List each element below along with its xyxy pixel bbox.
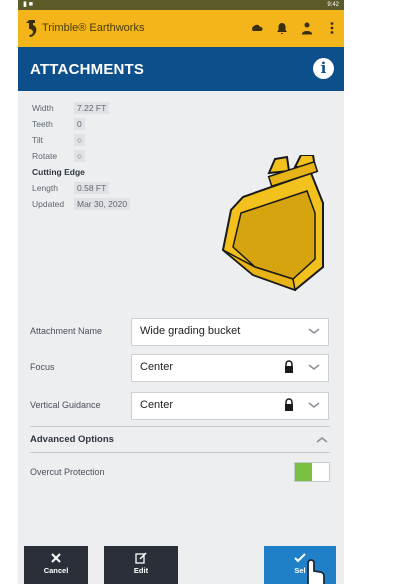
vertical-guidance-label: Vertical Guidance	[30, 400, 101, 410]
device-screen: ▮ ■ 9:42 Trimble® Earthworks ATTACHMENTS…	[18, 0, 344, 584]
attachment-name-label: Attachment Name	[30, 326, 103, 336]
toggle-on-indicator	[295, 463, 312, 481]
spec-value: 7.22 FT	[74, 102, 110, 114]
user-icon[interactable]	[301, 21, 313, 35]
status-icons: ▮ ■	[23, 1, 34, 8]
chevron-up-icon[interactable]	[316, 435, 328, 445]
toggle-knob	[312, 463, 329, 481]
attachment-specs: Width 7.22 FT Teeth 0 Tilt ○ Rotate ○ Cu…	[32, 100, 131, 212]
cutting-edge-heading: Cutting Edge	[32, 167, 85, 177]
edit-icon	[135, 552, 147, 564]
spec-value: ○	[74, 150, 86, 162]
focus-row: Focus Center	[30, 354, 330, 382]
focus-value: Center	[140, 361, 174, 373]
more-menu-icon[interactable]	[326, 21, 338, 35]
spec-value: ○	[74, 134, 86, 146]
vertical-guidance-row: Vertical Guidance Center	[30, 392, 330, 420]
app-title: Trimble® Earthworks	[42, 22, 145, 34]
status-bar: ▮ ■ 9:42	[18, 0, 344, 10]
lock-icon	[285, 360, 293, 373]
close-icon	[51, 553, 61, 563]
cancel-label: Cancel	[43, 566, 69, 575]
page-title: ATTACHMENTS	[30, 61, 145, 78]
overcut-protection-toggle[interactable]	[294, 462, 330, 482]
cancel-button[interactable]: Cancel	[24, 546, 88, 584]
info-icon[interactable]: i	[313, 58, 334, 79]
bucket-illustration	[221, 155, 324, 292]
attachment-name-select[interactable]: Wide grading bucket	[131, 318, 329, 346]
spec-value: 0.58 FT	[74, 182, 110, 194]
edit-label: Edit	[133, 566, 149, 575]
vertical-guidance-value: Center	[140, 399, 174, 411]
spec-label: Width	[32, 103, 54, 113]
divider	[30, 452, 330, 453]
trimble-logo-icon	[26, 20, 37, 37]
advanced-options-heading[interactable]: Advanced Options	[30, 434, 114, 445]
spec-value: 0	[74, 118, 85, 130]
spec-width: Width 7.22 FT	[32, 100, 130, 116]
cloud-icon[interactable]	[251, 21, 263, 35]
overcut-protection-label: Overcut Protection	[30, 467, 105, 477]
hand-cursor-icon	[307, 559, 325, 584]
attachment-name-value: Wide grading bucket	[140, 325, 241, 337]
chevron-down-icon	[308, 364, 320, 370]
spec-label: Teeth	[32, 119, 53, 129]
chevron-down-icon	[308, 328, 320, 334]
focus-label: Focus	[30, 362, 55, 372]
focus-select[interactable]: Center	[131, 354, 329, 382]
lock-icon	[285, 398, 293, 411]
spec-updated: Updated Mar 30, 2020	[32, 196, 131, 212]
page-header: ATTACHMENTS i	[18, 47, 344, 91]
spec-teeth: Teeth 0	[32, 116, 130, 132]
appbar-actions	[251, 21, 338, 35]
app-bar: Trimble® Earthworks	[18, 10, 344, 47]
edit-button[interactable]: Edit	[104, 546, 178, 584]
divider	[30, 426, 330, 427]
status-time: 9:42	[327, 2, 339, 8]
spec-label: Updated	[32, 199, 65, 209]
spec-label: Tilt	[32, 135, 44, 145]
spec-rotate: Rotate ○	[32, 148, 130, 164]
attachment-name-row: Attachment Name Wide grading bucket	[30, 318, 330, 346]
spec-tilt: Tilt ○	[32, 132, 130, 148]
vertical-guidance-select[interactable]: Center	[131, 392, 329, 420]
spec-length: Length 0.58 FT	[32, 180, 130, 196]
notification-bell-icon[interactable]	[276, 21, 288, 35]
spec-label: Rotate	[32, 151, 58, 161]
spec-value: Mar 30, 2020	[74, 198, 131, 210]
spec-label: Length	[32, 183, 58, 193]
chevron-down-icon	[308, 402, 320, 408]
